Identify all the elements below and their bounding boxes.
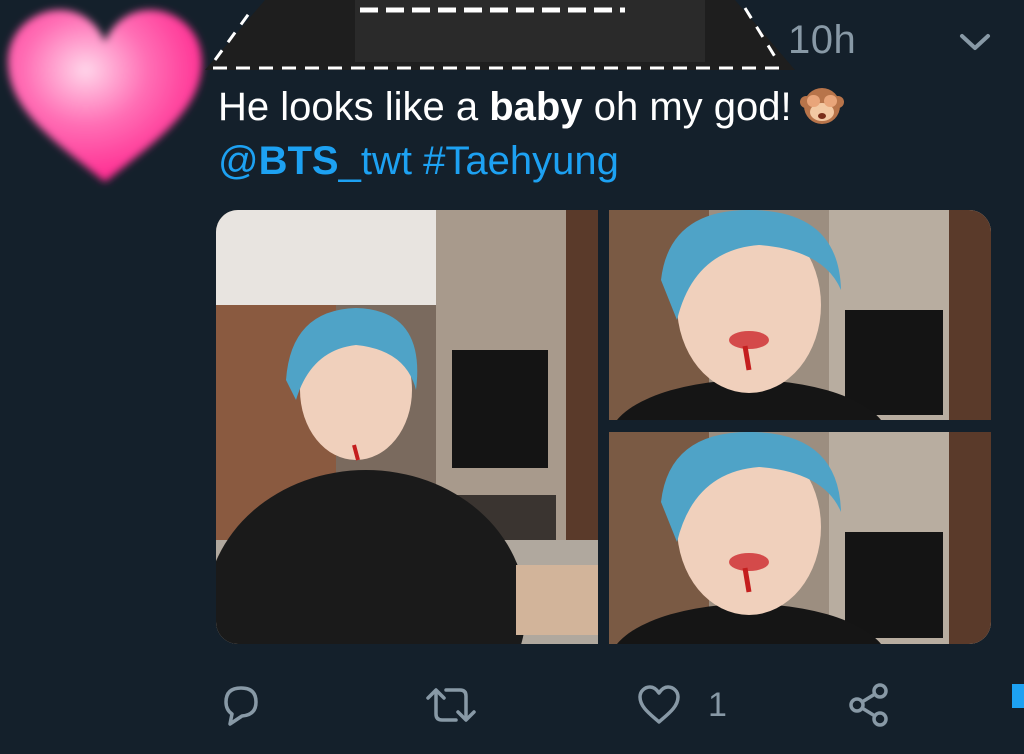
hashtag-link[interactable]: #Taehyung	[423, 139, 619, 183]
chevron-down-icon	[960, 34, 990, 50]
mention-rest: _twt	[338, 139, 412, 183]
tweet-text-bold: baby	[489, 85, 583, 129]
mention-link[interactable]: @BTS_twt	[218, 139, 412, 183]
tweet-text: He looks like a baby oh my god! @BTS_twt…	[218, 80, 998, 188]
like-button[interactable]: 1	[636, 680, 727, 730]
see-no-evil-monkey-icon	[798, 80, 846, 128]
heart-icon	[8, 10, 202, 182]
photo-bottom[interactable]	[609, 432, 991, 644]
reply-button[interactable]	[218, 680, 264, 730]
avatar[interactable]	[0, 0, 210, 195]
like-count: 1	[708, 685, 727, 724]
share-icon	[849, 683, 888, 727]
mention-at: @	[218, 139, 259, 183]
share-button[interactable]	[846, 680, 892, 730]
tweet-actions: 1	[0, 680, 1024, 730]
retweet-icon	[426, 688, 476, 722]
retweet-button[interactable]	[424, 680, 478, 730]
tweet-text-part: oh my god!	[582, 85, 792, 129]
tweet-timestamp[interactable]: 10h	[788, 18, 856, 63]
more-options-button[interactable]	[958, 30, 992, 54]
banner-sticker	[205, 0, 795, 82]
photo-top[interactable]	[609, 210, 991, 420]
mention-bold: BTS	[258, 139, 339, 183]
media-grid	[216, 210, 991, 644]
heart-outline-icon	[638, 685, 680, 724]
reply-icon	[224, 686, 258, 726]
edge-indicator	[1012, 684, 1024, 708]
photo-main[interactable]	[216, 210, 598, 644]
tweet-text-part: He looks like a	[218, 85, 490, 129]
